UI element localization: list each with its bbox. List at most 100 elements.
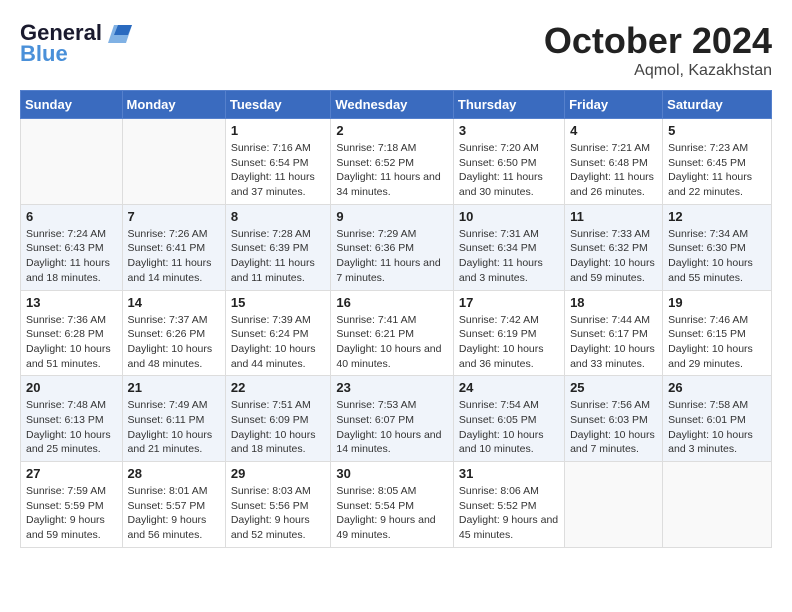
- calendar-cell: [122, 119, 225, 205]
- calendar-table: SundayMondayTuesdayWednesdayThursdayFrid…: [20, 90, 772, 548]
- weekday-header-sunday: Sunday: [21, 91, 123, 119]
- calendar-cell: [21, 119, 123, 205]
- calendar-cell: 7Sunrise: 7:26 AM Sunset: 6:41 PM Daylig…: [122, 204, 225, 290]
- cell-content: Sunrise: 7:58 AM Sunset: 6:01 PM Dayligh…: [668, 398, 766, 457]
- day-number: 14: [128, 295, 220, 310]
- day-number: 6: [26, 209, 117, 224]
- weekday-header-monday: Monday: [122, 91, 225, 119]
- day-number: 29: [231, 466, 326, 481]
- cell-content: Sunrise: 7:36 AM Sunset: 6:28 PM Dayligh…: [26, 313, 117, 372]
- calendar-cell: 6 Sunrise: 7:24 AM Sunset: 6:43 PM Daylig…: [21, 204, 123, 290]
- day-number: 3: [459, 123, 559, 138]
- day-number: 27: [26, 466, 117, 481]
- cell-content: Sunrise: 7:56 AM Sunset: 6:03 PM Dayligh…: [570, 398, 657, 457]
- cell-content: Sunrise: 7:48 AM Sunset: 6:13 PM Dayligh…: [26, 398, 117, 457]
- calendar-cell: 11 Sunrise: 7:33 AM Sunset: 6:32 PM Dayli…: [565, 204, 663, 290]
- cell-content: Sunrise: 7:49 AM Sunset: 6:11 PM Dayligh…: [128, 398, 220, 457]
- calendar-cell: 16 Sunrise: 7:41 AM Sunset: 6:21 PM Dayli…: [331, 290, 454, 376]
- calendar-cell: 12 Sunrise: 7:34 AM Sunset: 6:30 PM Dayli…: [663, 204, 772, 290]
- day-number: 30: [336, 466, 448, 481]
- calendar-cell: 24 Sunrise: 7:54 AM Sunset: 6:05 PM Dayli…: [453, 376, 564, 462]
- week-row-5: 27 Sunrise: 7:59 AM Sunset: 5:59 PM Dayli…: [21, 462, 772, 548]
- calendar-cell: 23 Sunrise: 7:53 AM Sunset: 6:07 PM Dayli…: [331, 376, 454, 462]
- day-number: 12: [668, 209, 766, 224]
- day-number: 25: [570, 380, 657, 395]
- calendar-cell: 31Sunrise: 8:06 AM Sunset: 5:52 PM Dayli…: [453, 462, 564, 548]
- calendar-cell: 5Sunrise: 7:23 AM Sunset: 6:45 PM Daylig…: [663, 119, 772, 205]
- weekday-header-tuesday: Tuesday: [225, 91, 331, 119]
- day-number: 8: [231, 209, 326, 224]
- cell-content: Sunrise: 7:20 AM Sunset: 6:50 PM Dayligh…: [459, 141, 559, 200]
- location: Aqmol, Kazakhstan: [544, 62, 772, 80]
- cell-content: Sunrise: 7:53 AM Sunset: 6:07 PM Dayligh…: [336, 398, 448, 457]
- cell-content: Sunrise: 7:41 AM Sunset: 6:21 PM Dayligh…: [336, 313, 448, 372]
- calendar-cell: 14Sunrise: 7:37 AM Sunset: 6:26 PM Dayli…: [122, 290, 225, 376]
- day-number: 20: [26, 380, 117, 395]
- cell-content: Sunrise: 7:33 AM Sunset: 6:32 PM Dayligh…: [570, 227, 657, 286]
- calendar-cell: 3 Sunrise: 7:20 AM Sunset: 6:50 PM Daylig…: [453, 119, 564, 205]
- week-row-4: 20 Sunrise: 7:48 AM Sunset: 6:13 PM Dayli…: [21, 376, 772, 462]
- weekday-header-saturday: Saturday: [663, 91, 772, 119]
- calendar-cell: 28Sunrise: 8:01 AM Sunset: 5:57 PM Dayli…: [122, 462, 225, 548]
- weekday-header-wednesday: Wednesday: [331, 91, 454, 119]
- cell-content: Sunrise: 7:16 AM Sunset: 6:54 PM Dayligh…: [231, 141, 326, 200]
- cell-content: Sunrise: 7:46 AM Sunset: 6:15 PM Dayligh…: [668, 313, 766, 372]
- cell-content: Sunrise: 7:21 AM Sunset: 6:48 PM Dayligh…: [570, 141, 657, 200]
- calendar-cell: [565, 462, 663, 548]
- calendar-cell: 29 Sunrise: 8:03 AM Sunset: 5:56 PM Dayli…: [225, 462, 331, 548]
- cell-content: Sunrise: 7:24 AM Sunset: 6:43 PM Dayligh…: [26, 227, 117, 286]
- week-row-1: 1 Sunrise: 7:16 AM Sunset: 6:54 PM Daylig…: [21, 119, 772, 205]
- calendar-cell: 1 Sunrise: 7:16 AM Sunset: 6:54 PM Daylig…: [225, 119, 331, 205]
- cell-content: Sunrise: 7:18 AM Sunset: 6:52 PM Dayligh…: [336, 141, 448, 200]
- cell-content: Sunrise: 7:28 AM Sunset: 6:39 PM Dayligh…: [231, 227, 326, 286]
- day-number: 1: [231, 123, 326, 138]
- day-number: 17: [459, 295, 559, 310]
- cell-content: Sunrise: 7:59 AM Sunset: 5:59 PM Dayligh…: [26, 484, 117, 543]
- day-number: 24: [459, 380, 559, 395]
- day-number: 4: [570, 123, 657, 138]
- cell-content: Sunrise: 8:03 AM Sunset: 5:56 PM Dayligh…: [231, 484, 326, 543]
- title-block: October 2024 Aqmol, Kazakhstan: [544, 20, 772, 80]
- calendar-cell: 18 Sunrise: 7:44 AM Sunset: 6:17 PM Dayli…: [565, 290, 663, 376]
- month-title: October 2024: [544, 20, 772, 62]
- calendar-cell: 8 Sunrise: 7:28 AM Sunset: 6:39 PM Daylig…: [225, 204, 331, 290]
- day-number: 18: [570, 295, 657, 310]
- day-number: 13: [26, 295, 117, 310]
- cell-content: Sunrise: 7:51 AM Sunset: 6:09 PM Dayligh…: [231, 398, 326, 457]
- calendar-cell: 21 Sunrise: 7:49 AM Sunset: 6:11 PM Dayli…: [122, 376, 225, 462]
- calendar-cell: 10Sunrise: 7:31 AM Sunset: 6:34 PM Dayli…: [453, 204, 564, 290]
- day-number: 26: [668, 380, 766, 395]
- day-number: 5: [668, 123, 766, 138]
- day-number: 11: [570, 209, 657, 224]
- logo-icon: [104, 23, 134, 45]
- day-number: 21: [128, 380, 220, 395]
- day-number: 9: [336, 209, 448, 224]
- day-number: 28: [128, 466, 220, 481]
- cell-content: Sunrise: 8:05 AM Sunset: 5:54 PM Dayligh…: [336, 484, 448, 543]
- cell-content: Sunrise: 7:54 AM Sunset: 6:05 PM Dayligh…: [459, 398, 559, 457]
- weekday-header-thursday: Thursday: [453, 91, 564, 119]
- weekday-header-friday: Friday: [565, 91, 663, 119]
- week-row-2: 6 Sunrise: 7:24 AM Sunset: 6:43 PM Daylig…: [21, 204, 772, 290]
- cell-content: Sunrise: 7:39 AM Sunset: 6:24 PM Dayligh…: [231, 313, 326, 372]
- cell-content: Sunrise: 7:44 AM Sunset: 6:17 PM Dayligh…: [570, 313, 657, 372]
- page-header: General Blue October 2024 Aqmol, Kazakhs…: [20, 20, 772, 80]
- day-number: 16: [336, 295, 448, 310]
- day-number: 2: [336, 123, 448, 138]
- day-number: 23: [336, 380, 448, 395]
- calendar-cell: 30 Sunrise: 8:05 AM Sunset: 5:54 PM Dayli…: [331, 462, 454, 548]
- calendar-cell: 4 Sunrise: 7:21 AM Sunset: 6:48 PM Daylig…: [565, 119, 663, 205]
- day-number: 15: [231, 295, 326, 310]
- cell-content: Sunrise: 7:26 AM Sunset: 6:41 PM Dayligh…: [128, 227, 220, 286]
- calendar-cell: 26 Sunrise: 7:58 AM Sunset: 6:01 PM Dayli…: [663, 376, 772, 462]
- weekday-header-row: SundayMondayTuesdayWednesdayThursdayFrid…: [21, 91, 772, 119]
- week-row-3: 13 Sunrise: 7:36 AM Sunset: 6:28 PM Dayli…: [21, 290, 772, 376]
- cell-content: Sunrise: 7:42 AM Sunset: 6:19 PM Dayligh…: [459, 313, 559, 372]
- calendar-cell: 20 Sunrise: 7:48 AM Sunset: 6:13 PM Dayli…: [21, 376, 123, 462]
- calendar-cell: 22 Sunrise: 7:51 AM Sunset: 6:09 PM Dayli…: [225, 376, 331, 462]
- cell-content: Sunrise: 7:34 AM Sunset: 6:30 PM Dayligh…: [668, 227, 766, 286]
- cell-content: Sunrise: 7:29 AM Sunset: 6:36 PM Dayligh…: [336, 227, 448, 286]
- calendar-cell: 9 Sunrise: 7:29 AM Sunset: 6:36 PM Daylig…: [331, 204, 454, 290]
- day-number: 22: [231, 380, 326, 395]
- calendar-cell: [663, 462, 772, 548]
